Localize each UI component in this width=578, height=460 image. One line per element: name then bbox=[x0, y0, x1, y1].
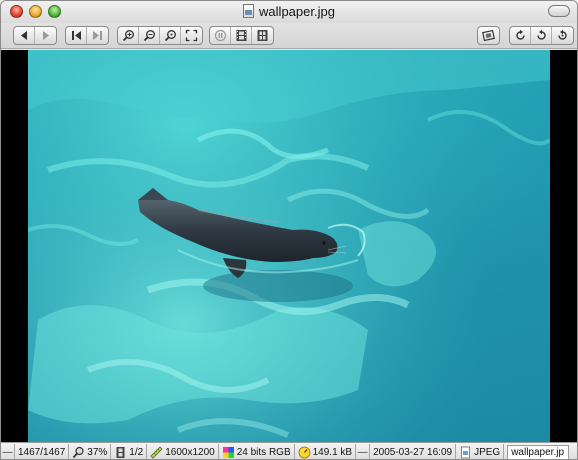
rotate-right-button[interactable] bbox=[552, 27, 573, 44]
navigation-group bbox=[13, 26, 57, 45]
screen-mode-button[interactable] bbox=[478, 27, 499, 44]
last-image-button[interactable] bbox=[87, 27, 108, 44]
zoom-in-button[interactable] bbox=[118, 27, 139, 44]
skip-last-icon bbox=[93, 31, 102, 40]
window-title-area: wallpaper.jpg bbox=[1, 4, 577, 19]
file-size: 149.1 kB bbox=[295, 443, 357, 459]
filename-field[interactable]: wallpaper.jp bbox=[507, 444, 570, 459]
fullscreen-icon bbox=[482, 29, 495, 42]
gauge-icon bbox=[298, 446, 311, 458]
window-title: wallpaper.jpg bbox=[259, 4, 335, 19]
filmstrip-button[interactable] bbox=[231, 27, 252, 44]
rotate-left-icon bbox=[515, 29, 525, 40]
skip-first-icon bbox=[71, 31, 81, 40]
forward-button[interactable] bbox=[35, 27, 56, 44]
filmstrip-icon bbox=[236, 30, 246, 41]
zoom-level: 37% bbox=[69, 443, 112, 459]
play-circle-icon bbox=[214, 29, 226, 42]
fit-to-window-icon bbox=[185, 29, 198, 42]
status-left-marker: — bbox=[1, 443, 15, 459]
zoom-value: 37% bbox=[87, 446, 108, 458]
image-dimensions: 1600x1200 bbox=[147, 443, 219, 459]
zoom-out-button[interactable] bbox=[139, 27, 160, 44]
image-document-icon bbox=[243, 4, 255, 18]
file-type-icon bbox=[461, 446, 470, 458]
ruler-icon bbox=[150, 445, 163, 459]
page-value: 1/2 bbox=[129, 446, 144, 458]
browser-button[interactable] bbox=[252, 27, 273, 44]
filmstrip-grid-icon bbox=[257, 30, 268, 41]
image-index: 1467/1467 bbox=[15, 443, 70, 459]
file-date: 2005-03-27 16:09 bbox=[370, 443, 457, 459]
seal-in-water-image bbox=[28, 50, 550, 442]
zoom-in-icon bbox=[122, 30, 134, 42]
fit-window-button[interactable] bbox=[181, 27, 202, 44]
back-button[interactable] bbox=[14, 27, 35, 44]
displayed-photo[interactable] bbox=[28, 50, 550, 442]
dimensions-value: 1600x1200 bbox=[165, 446, 215, 458]
rotate-reset-icon bbox=[536, 29, 546, 40]
app-window: wallpaper.jpg — 1467/1467 37% 1/2 1600x1… bbox=[0, 0, 578, 460]
file-size-value: 149.1 kB bbox=[312, 446, 353, 458]
rotate-left-button[interactable] bbox=[510, 27, 531, 44]
filename-field-wrap: wallpaper.jp bbox=[504, 444, 572, 459]
color-depth-value: 24 bits RGB bbox=[236, 446, 291, 458]
file-format: JPEG bbox=[456, 443, 505, 459]
status-bar: — 1467/1467 37% 1/2 1600x1200 24 bits RG… bbox=[1, 442, 577, 459]
title-bar: wallpaper.jpg bbox=[1, 1, 577, 23]
toolbar-toggle-button[interactable] bbox=[548, 5, 570, 17]
color-depth: 24 bits RGB bbox=[219, 443, 295, 459]
format-value: JPEG bbox=[474, 446, 501, 458]
page-count: 1/2 bbox=[111, 443, 148, 459]
view-mode-group bbox=[209, 26, 274, 45]
color-palette-icon bbox=[222, 446, 234, 458]
screen-group bbox=[477, 26, 500, 45]
zoom-group bbox=[117, 26, 203, 45]
arrow-left-icon bbox=[20, 31, 27, 40]
image-viewer[interactable] bbox=[1, 50, 577, 442]
arrow-right-icon bbox=[43, 31, 49, 40]
zoom-actual-button[interactable] bbox=[160, 27, 181, 44]
zoom-actual-size-icon bbox=[164, 30, 176, 42]
first-last-group bbox=[65, 26, 109, 45]
slideshow-button[interactable] bbox=[210, 27, 231, 44]
toolbar bbox=[1, 23, 577, 49]
rotate-right-icon bbox=[558, 29, 567, 40]
rotate-reset-button[interactable] bbox=[531, 27, 552, 44]
zoom-out-icon bbox=[143, 30, 155, 42]
first-image-button[interactable] bbox=[66, 27, 87, 44]
filmstrip-icon bbox=[116, 446, 125, 458]
rotate-group bbox=[509, 26, 574, 45]
status-separator: — bbox=[356, 443, 371, 459]
magnifier-icon bbox=[73, 446, 84, 458]
